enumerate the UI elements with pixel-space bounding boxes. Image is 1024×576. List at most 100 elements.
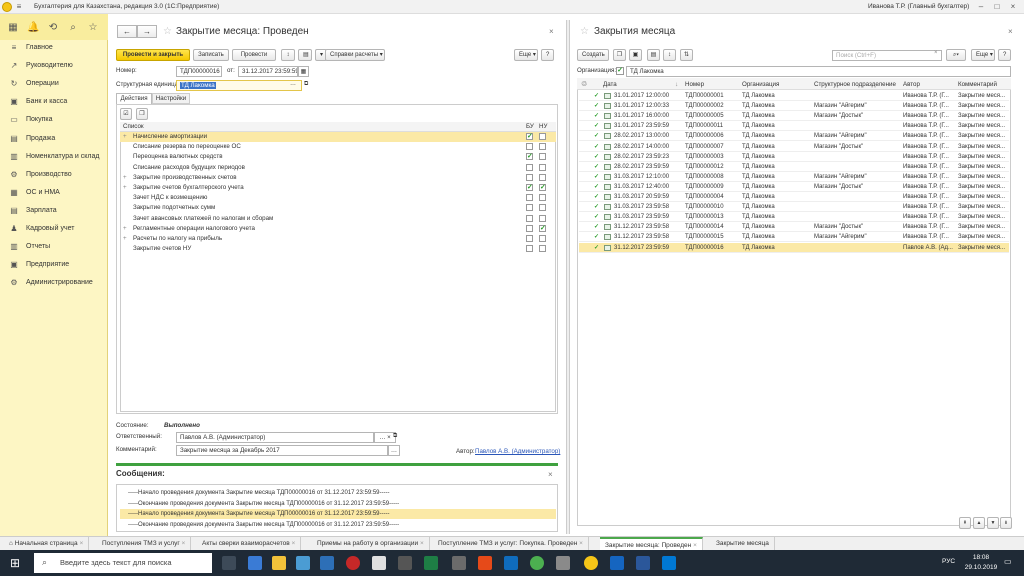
panel-splitter[interactable] (566, 20, 570, 534)
sidebar-item-pokupka[interactable]: ▭ Покупка (0, 111, 108, 129)
action-row[interactable]: Закрытие счетов НУ (120, 244, 556, 254)
bu-checkbox[interactable]: ✓ (526, 133, 533, 140)
responsible-open-icon[interactable]: ⧉ (393, 433, 397, 440)
ppt-icon[interactable] (478, 556, 492, 570)
col-organization[interactable]: Организация (742, 81, 779, 88)
expand-icon[interactable]: + (123, 173, 127, 183)
action-row[interactable]: + Начисление амортизации ✓ (120, 132, 556, 142)
table-row[interactable]: ✓ 28.02.2017 14:00:00 ТДП00000007 ТД Лак… (579, 142, 1009, 152)
col-comment[interactable]: Комментарий (958, 81, 997, 88)
nu-checkbox[interactable] (539, 143, 546, 151)
favorite-star-icon[interactable]: ☆ (163, 26, 172, 37)
search-input[interactable]: Поиск (Ctrl+F) (832, 50, 942, 61)
number-field[interactable]: ТДП00000016 (176, 66, 222, 77)
help-button[interactable]: ? (541, 49, 554, 61)
nu-checkbox[interactable]: ✓ (539, 224, 546, 232)
nu-checkbox[interactable] (539, 133, 546, 140)
comment-field[interactable]: Закрытие месяца за Декабрь 2017 (176, 445, 388, 456)
save-button[interactable]: Записать (193, 49, 229, 61)
col-division[interactable]: Структурное подразделение (814, 81, 896, 88)
edge-icon[interactable] (248, 556, 262, 570)
responsible-field[interactable]: Павлов А.В. (Администратор) (176, 432, 374, 443)
excel-icon[interactable] (424, 556, 438, 570)
tab-close-icon[interactable]: × (78, 540, 83, 547)
window-tab[interactable]: Поступления ТМЗ и услуг × (97, 537, 192, 550)
list-close-icon[interactable]: × (1008, 27, 1013, 36)
lang-indicator[interactable]: РУС (942, 558, 955, 565)
table-row[interactable]: ✓ 31.01.2017 23:59:59 ТДП00000011 ТД Лак… (579, 121, 1009, 132)
expand-icon[interactable]: + (123, 132, 127, 142)
media-icon[interactable] (346, 556, 360, 570)
more-button[interactable]: Еще ▾ (514, 49, 538, 61)
1c-taskbar-icon[interactable] (584, 556, 598, 570)
post-button[interactable]: Провести (232, 49, 276, 61)
action-row[interactable]: + Закрытие счетов бухгалтерского учета ✓… (120, 183, 556, 193)
expand-icon[interactable]: + (123, 183, 127, 193)
scroll-up-icon[interactable]: ▲ (973, 517, 985, 529)
browser-icon[interactable] (610, 556, 624, 570)
app-logo-icon[interactable] (2, 2, 12, 12)
scroll-last-icon[interactable]: ⇟ (1000, 517, 1012, 529)
bu-checkbox[interactable]: ✓ (526, 184, 533, 191)
nu-checkbox[interactable] (539, 194, 546, 202)
tool-icon[interactable] (556, 556, 570, 570)
document-close-icon[interactable]: × (549, 27, 554, 36)
outlook-icon[interactable] (504, 556, 518, 570)
back-button[interactable]: ← (117, 25, 137, 38)
table-row[interactable]: ✓ 31.01.2017 16:00:00 ТДП00000005 ТД Лак… (579, 111, 1009, 122)
message-item[interactable]: -----Начало проведения документа Закрыти… (120, 488, 556, 498)
list-dt-kt-icon[interactable]: ↕ (663, 49, 676, 61)
table-row[interactable]: ✓ 31.03.2017 23:59:58 ТДП00000010 ТД Лак… (579, 202, 1009, 213)
bu-checkbox[interactable] (526, 163, 533, 171)
minimize-icon[interactable]: – (976, 2, 986, 12)
nu-checkbox[interactable] (539, 163, 546, 171)
nu-checkbox[interactable] (539, 173, 546, 181)
unit-select-icon[interactable]: … (290, 81, 296, 87)
store-icon[interactable] (296, 556, 310, 570)
nu-checkbox[interactable]: ✓ (539, 184, 546, 191)
word-icon[interactable] (636, 556, 650, 570)
notepad-icon[interactable] (372, 556, 386, 570)
table-row[interactable]: ✓ 31.03.2017 23:59:59 ТДП00000013 ТД Лак… (579, 212, 1009, 223)
search-clear-icon[interactable]: × (934, 50, 938, 56)
message-item[interactable]: -----Начало проведения документа Закрыти… (120, 509, 556, 519)
scroll-down-icon[interactable]: ▼ (987, 517, 999, 529)
calc-reports-button[interactable]: Справки расчеты ▾ (325, 49, 385, 61)
table-row[interactable]: ✓ 28.02.2017 13:00:00 ТДП00000006 ТД Лак… (579, 131, 1009, 142)
post-list-icon[interactable]: ▣ (629, 49, 642, 61)
window-tab[interactable]: Закрытие месяца: Проведен × (600, 537, 703, 550)
copy-icon[interactable]: ❐ (613, 49, 626, 61)
action-row[interactable]: Закрытие подотчетных сумм (120, 203, 556, 213)
table-row[interactable]: ✓ 31.01.2017 12:00:33 ТДП00000002 ТД Лак… (579, 101, 1009, 112)
search-icon[interactable]: ⌕ (67, 22, 79, 34)
table-row[interactable]: ✓ 31.12.2017 23:59:59 ТДП00000016 ТД Лак… (579, 242, 1009, 253)
expand-icon[interactable]: + (123, 234, 127, 244)
sidebar-item-bank-kassa[interactable]: ▣ Банк и касса (0, 93, 108, 111)
sidebar-item-predpriyatie[interactable]: ▣ Предприятие (0, 256, 108, 274)
list-help-button[interactable]: ? (998, 49, 1011, 61)
nu-checkbox[interactable] (539, 235, 546, 242)
sidebar-item-proizvodstvo[interactable]: ⚙ Производство (0, 166, 108, 184)
check-all-icon[interactable]: ☑ (120, 108, 132, 120)
scroll-first-icon[interactable]: ⇞ (959, 517, 971, 529)
bell-icon[interactable]: 🔔 (27, 22, 39, 34)
sidebar-item-nomenklatura[interactable]: ▥ Номенклатура и склад (0, 148, 108, 166)
org-filter-checkbox[interactable]: ✓ (616, 67, 624, 75)
print-icon[interactable]: ▤ (298, 49, 312, 61)
window-tab[interactable]: ⌂ Начальная страница × (4, 537, 90, 550)
user-name[interactable]: Иванова Т.Р. (Главный бухгалтер) (868, 3, 969, 10)
menu-icon[interactable]: ≡ (14, 2, 24, 12)
nu-checkbox[interactable] (539, 245, 546, 253)
table-row[interactable]: ✓ 31.12.2017 23:59:58 ТДП00000014 ТД Лак… (579, 222, 1009, 233)
bu-checkbox[interactable]: ✓ (526, 153, 533, 161)
sidebar-item-otchety[interactable]: ▥ Отчеты (0, 238, 108, 256)
window-tab[interactable]: Закрытие месяца (711, 537, 775, 550)
action-row[interactable]: Переоценка валютных средств ✓ (120, 152, 556, 162)
window-tab[interactable]: Поступление ТМЗ и услуг: Покупка. Провед… (433, 537, 589, 550)
comment-expand-icon[interactable]: … (388, 445, 400, 456)
action-row[interactable]: Списание расходов будущих периодов (120, 163, 556, 173)
tab-close-icon[interactable]: × (180, 540, 186, 547)
unit-field[interactable]: ТД Лакомка (176, 80, 302, 91)
nu-checkbox[interactable] (539, 204, 546, 212)
history-icon[interactable]: ⟲ (47, 22, 59, 34)
